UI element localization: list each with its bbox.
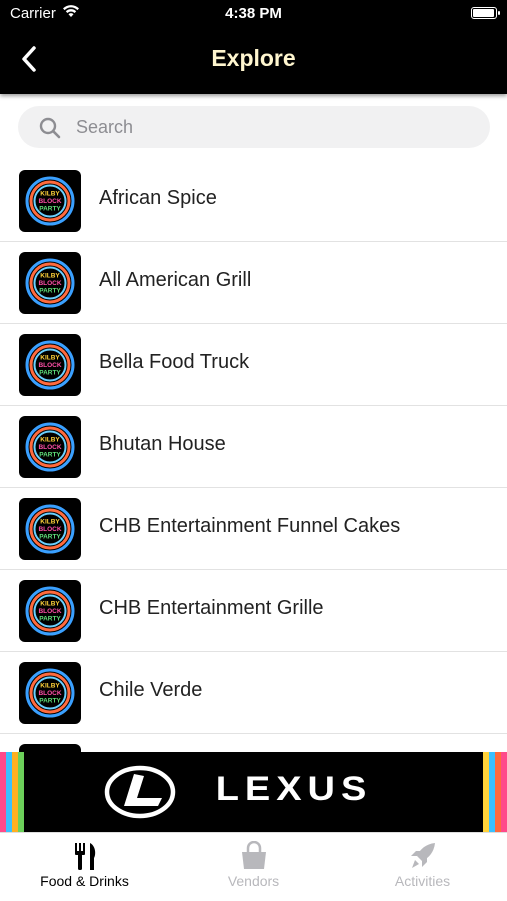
kilby-block-party-logo-icon: KILBY BLOCK PARTY xyxy=(19,170,81,232)
search-bar[interactable] xyxy=(18,106,490,148)
svg-text:PARTY: PARTY xyxy=(39,206,61,213)
kilby-block-party-logo-icon: KILBY BLOCK PARTY xyxy=(19,252,81,314)
kilby-block-party-logo-icon: KILBY BLOCK PARTY xyxy=(19,498,81,560)
sponsor-banner[interactable]: LEXUS xyxy=(0,752,507,832)
vendor-name: CHB Entertainment Grille xyxy=(99,597,324,619)
tab-label: Vendors xyxy=(227,873,280,889)
vendor-name: Bhutan House xyxy=(99,433,226,455)
svg-text:PARTY: PARTY xyxy=(39,616,61,623)
tab-bar: Food & Drinks Vendors Activities xyxy=(0,832,507,901)
svg-text:PARTY: PARTY xyxy=(39,534,61,541)
clock: 4:38 PM xyxy=(225,5,282,22)
tab-food-drinks[interactable]: Food & Drinks xyxy=(0,833,169,901)
rocket-icon xyxy=(338,841,507,871)
svg-text:KILBY: KILBY xyxy=(40,601,60,608)
search-input[interactable] xyxy=(76,106,476,148)
svg-text:PARTY: PARTY xyxy=(39,698,61,705)
kilby-block-party-logo-icon: KILBY BLOCK PARTY xyxy=(19,334,81,396)
lexus-logo-icon: LEXUS xyxy=(104,764,404,825)
tab-label: Activities xyxy=(394,873,451,889)
list-item[interactable]: KILBY BLOCK PARTY Chile Verde xyxy=(0,652,507,734)
list-item[interactable]: KILBY BLOCK PARTY Bella Food Truck xyxy=(0,324,507,406)
decorative-stripes-right xyxy=(483,752,507,832)
svg-text:BLOCK: BLOCK xyxy=(38,444,61,451)
kilby-block-party-logo-icon xyxy=(19,744,81,752)
svg-text:BLOCK: BLOCK xyxy=(38,608,61,615)
svg-text:BLOCK: BLOCK xyxy=(38,690,61,697)
vendor-name: All American Grill xyxy=(99,269,252,291)
battery-icon xyxy=(471,7,500,19)
vendor-name: CHB Entertainment Funnel Cakes xyxy=(99,515,401,537)
svg-text:KILBY: KILBY xyxy=(40,683,60,690)
svg-text:PARTY: PARTY xyxy=(39,288,61,295)
decorative-stripes-left xyxy=(0,752,24,832)
svg-text:LEXUS: LEXUS xyxy=(216,769,373,808)
list-item[interactable]: KILBY BLOCK PARTY Bhutan House xyxy=(0,406,507,488)
list-item[interactable]: KILBY BLOCK PARTY CHB Entertainment Gril… xyxy=(0,570,507,652)
navigation-bar: Explore xyxy=(0,26,507,94)
vendor-name: Bella Food Truck xyxy=(99,351,250,373)
tab-vendors[interactable]: Vendors xyxy=(169,833,338,901)
svg-text:KILBY: KILBY xyxy=(40,191,60,198)
svg-text:KILBY: KILBY xyxy=(40,437,60,444)
tab-label: Food & Drinks xyxy=(40,873,129,889)
svg-text:KILBY: KILBY xyxy=(40,355,60,362)
tab-activities[interactable]: Activities xyxy=(338,833,507,901)
status-bar: Carrier 4:38 PM xyxy=(0,0,507,26)
kilby-block-party-logo-icon: KILBY BLOCK PARTY xyxy=(19,416,81,478)
svg-text:BLOCK: BLOCK xyxy=(38,362,61,369)
page-title: Explore xyxy=(211,45,296,71)
vendor-list: KILBY BLOCK PARTY African Spice KILBY BL… xyxy=(0,160,507,752)
shopping-bag-icon xyxy=(169,841,338,871)
list-item[interactable]: KILBY BLOCK PARTY African Spice xyxy=(0,160,507,242)
svg-text:BLOCK: BLOCK xyxy=(38,526,61,533)
list-item-partial[interactable] xyxy=(0,734,507,752)
list-item[interactable]: KILBY BLOCK PARTY CHB Entertainment Funn… xyxy=(0,488,507,570)
kilby-block-party-logo-icon: KILBY BLOCK PARTY xyxy=(19,662,81,724)
svg-text:BLOCK: BLOCK xyxy=(38,198,61,205)
svg-text:PARTY: PARTY xyxy=(39,370,61,377)
vendor-name: Chile Verde xyxy=(99,679,203,701)
svg-text:PARTY: PARTY xyxy=(39,452,61,459)
vendor-name: African Spice xyxy=(99,187,217,209)
fork-knife-icon xyxy=(0,841,169,871)
svg-text:BLOCK: BLOCK xyxy=(38,280,61,287)
search-icon xyxy=(39,117,61,139)
list-item[interactable]: KILBY BLOCK PARTY All American Grill xyxy=(0,242,507,324)
svg-text:KILBY: KILBY xyxy=(40,519,60,526)
kilby-block-party-logo-icon: KILBY BLOCK PARTY xyxy=(19,580,81,642)
svg-text:KILBY: KILBY xyxy=(40,273,60,280)
